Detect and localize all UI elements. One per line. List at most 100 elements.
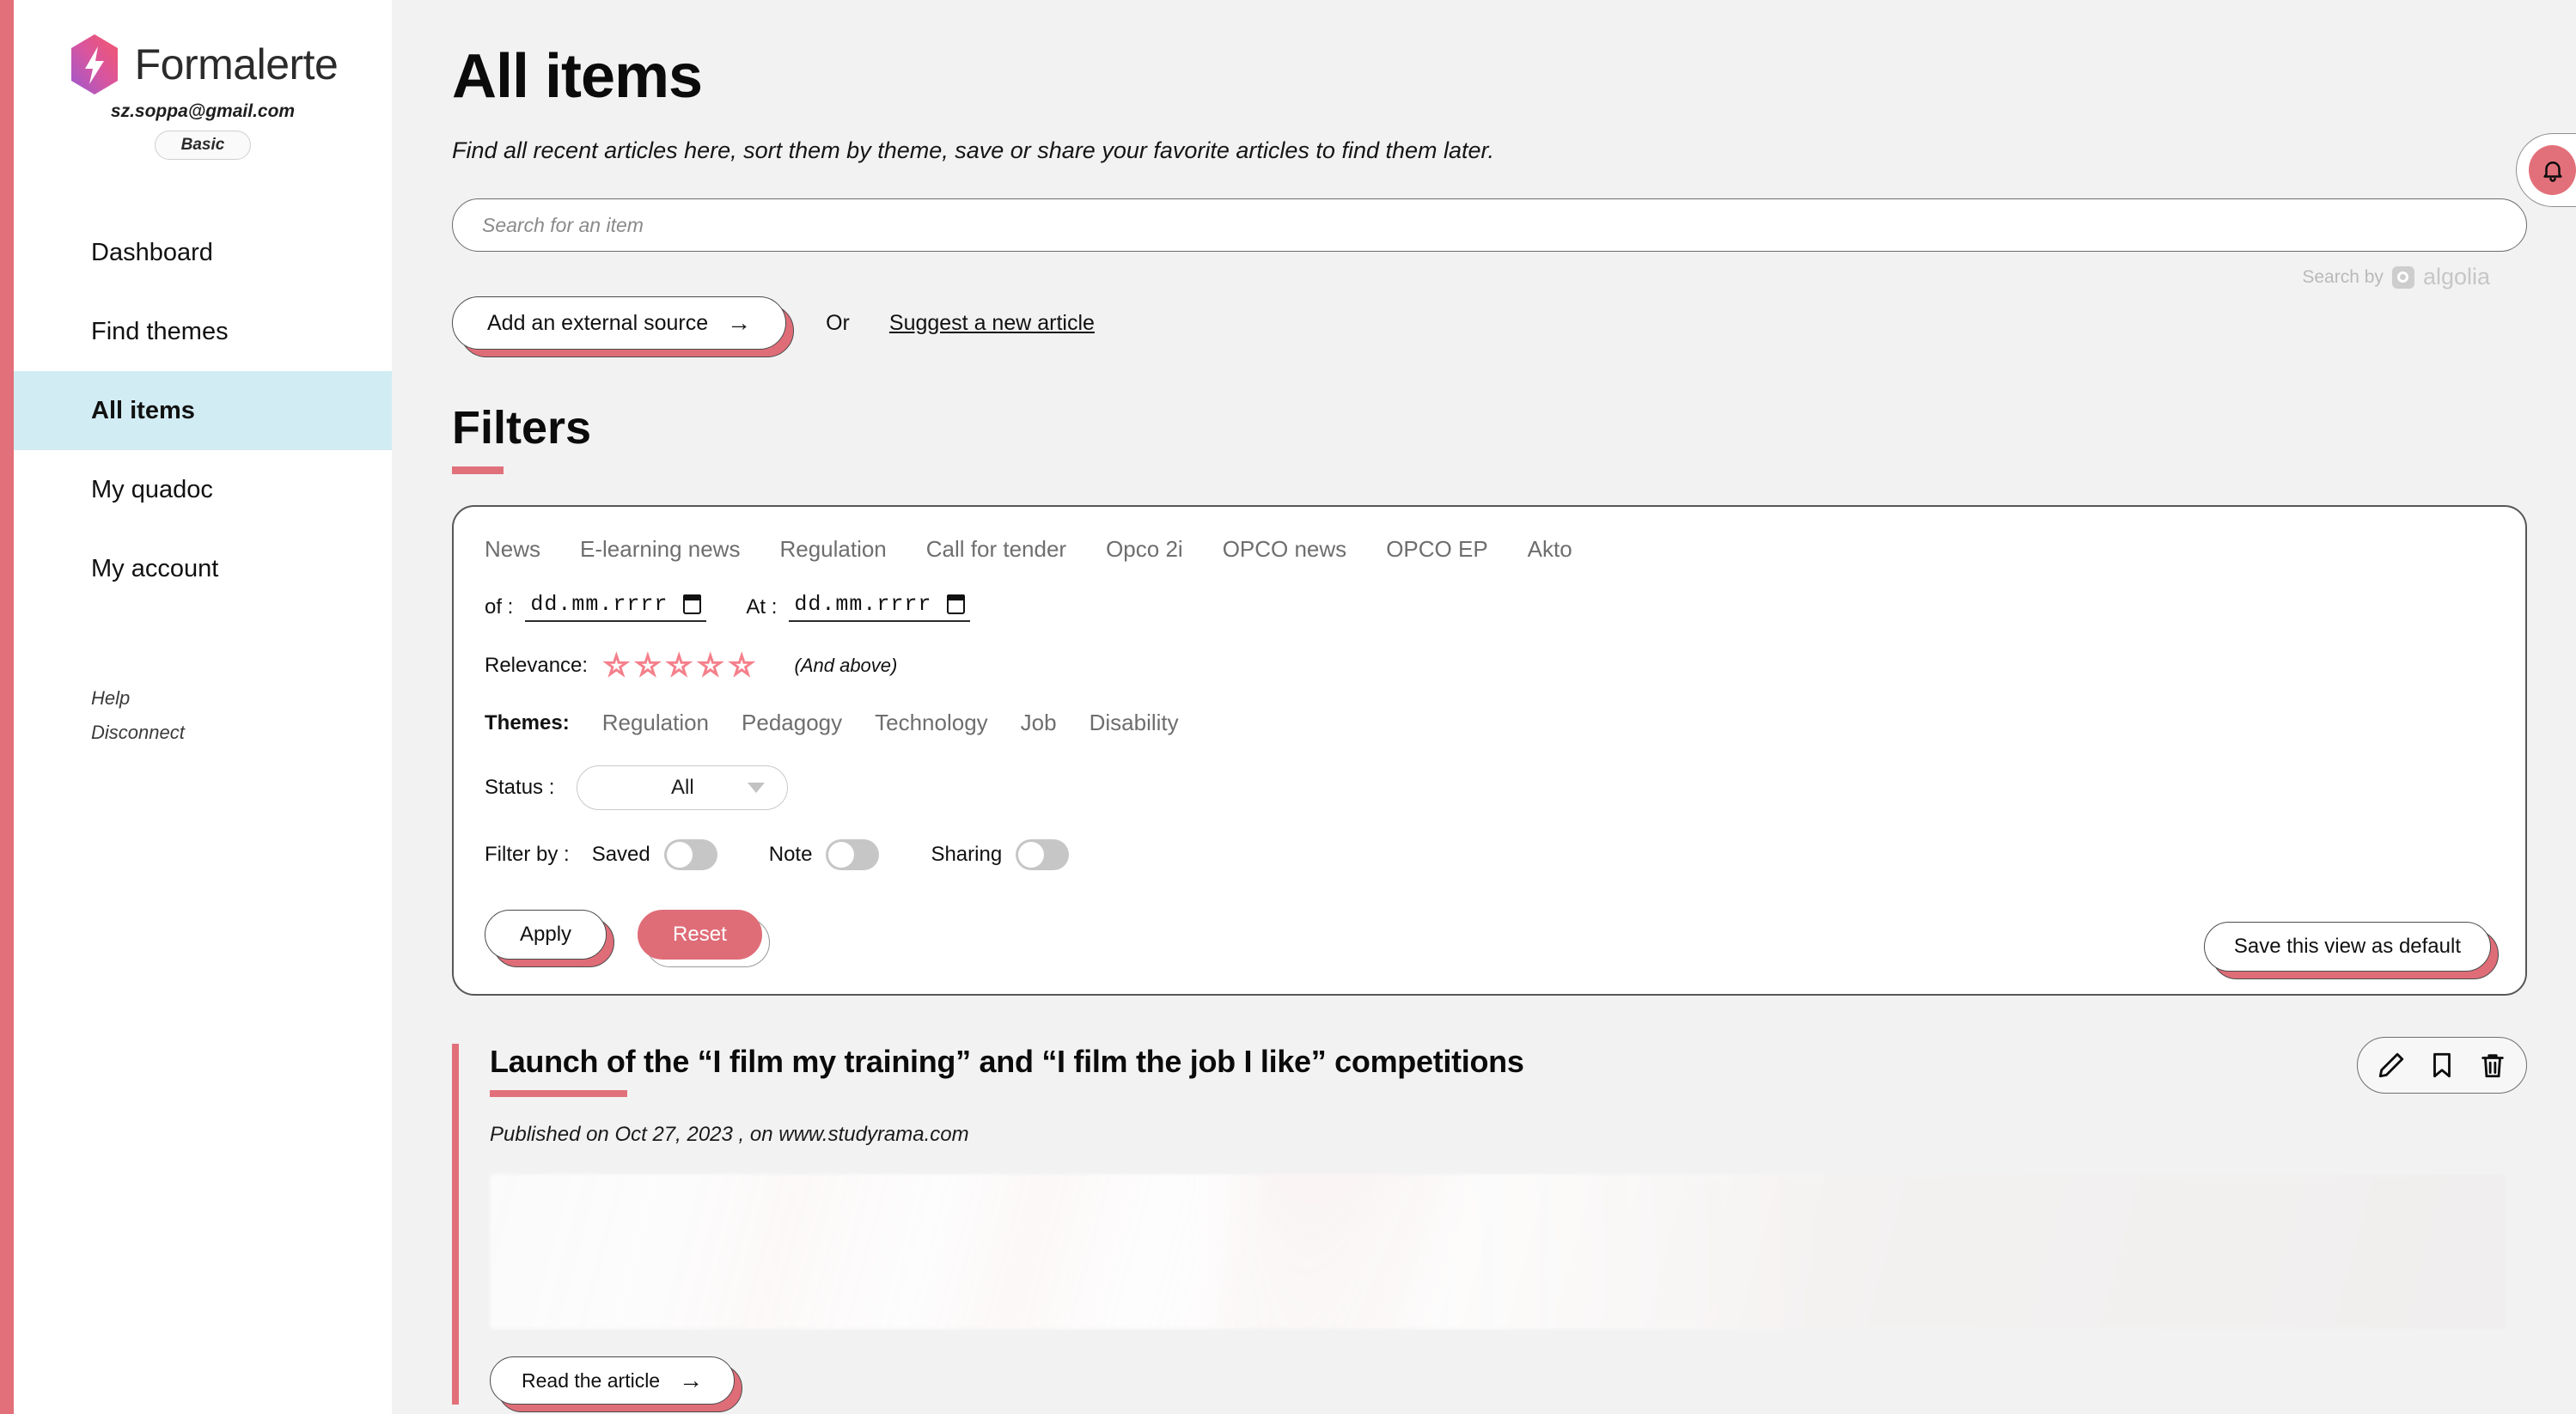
sidebar-item-label: Find themes — [91, 317, 229, 345]
relevance-row: Relevance: ☆ ☆ ☆ ☆ ☆ (And above) — [485, 650, 2494, 681]
algolia-prefix-label: Search by — [2302, 266, 2384, 287]
star-icon[interactable]: ☆ — [728, 650, 756, 681]
add-external-source-label: Add an external source — [487, 310, 709, 335]
brand-block: Formalerte sz.soppa@gmail.com Basic — [14, 0, 392, 160]
calendar-icon — [683, 594, 702, 614]
tab-call-for-tender[interactable]: Call for tender — [926, 536, 1066, 563]
brand-row: Formalerte — [14, 34, 392, 94]
article-body: Launch of the “I film my training” and “… — [459, 1037, 2527, 1412]
sidebar-item-label: My quadoc — [91, 475, 213, 503]
relevance-label: Relevance: — [485, 654, 589, 677]
tab-opco-news[interactable]: OPCO news — [1223, 536, 1347, 563]
date-from-input[interactable]: dd.mm.rrrr — [525, 592, 707, 622]
tab-elearning-news[interactable]: E-learning news — [580, 536, 740, 563]
apply-label: Apply — [520, 923, 572, 946]
status-select[interactable]: All — [577, 765, 789, 810]
arrow-right-icon: → — [679, 1367, 704, 1393]
theme-regulation[interactable]: Regulation — [602, 710, 709, 736]
status-selected-value: All — [671, 776, 694, 799]
tab-opco-2i[interactable]: Opco 2i — [1106, 536, 1183, 563]
arrow-right-icon: → — [727, 309, 752, 336]
algolia-attribution: Search by algolia — [2302, 264, 2490, 290]
sidebar-item-find-themes[interactable]: Find themes — [14, 292, 392, 371]
theme-technology[interactable]: Technology — [875, 710, 988, 736]
theme-pedagogy[interactable]: Pedagogy — [742, 710, 842, 736]
toggle-label-saved: Saved — [591, 843, 650, 866]
article-card: Launch of the “I film my training” and “… — [452, 1037, 2527, 1412]
or-label: Or — [826, 310, 850, 335]
sidebar-item-my-account[interactable]: My account — [14, 529, 392, 608]
help-link[interactable]: Help — [91, 687, 185, 710]
toggle-label-note: Note — [768, 843, 813, 866]
edit-icon[interactable] — [2377, 1051, 2406, 1080]
tab-regulation[interactable]: Regulation — [779, 536, 886, 563]
suggest-new-article-link[interactable]: Suggest a new article — [889, 311, 1095, 336]
user-email: sz.soppa@gmail.com — [110, 101, 296, 121]
toggle-group-saved: Saved — [592, 839, 717, 870]
button-face: Add an external source → — [452, 296, 787, 350]
filter-buttons-row: Apply Reset — [485, 910, 2494, 967]
theme-job[interactable]: Job — [1021, 710, 1057, 736]
star-icon[interactable]: ☆ — [697, 650, 725, 681]
toggle-note[interactable] — [826, 839, 880, 870]
date-to-value: dd.mm.rrrr — [794, 592, 932, 617]
filters-title: Filters — [452, 402, 592, 454]
app-root: Formalerte sz.soppa@gmail.com Basic Dash… — [0, 0, 2576, 1414]
button-face: Read the article → — [490, 1356, 736, 1405]
theme-disability[interactable]: Disability — [1090, 710, 1179, 736]
search-area: Search by algolia — [452, 198, 2527, 290]
toggle-saved[interactable] — [663, 839, 717, 870]
sidebar-item-my-quadoc[interactable]: My quadoc — [14, 450, 392, 529]
brand-name: Formalerte — [134, 40, 339, 88]
algolia-brand-label: algolia — [2422, 264, 2490, 290]
sidebar-item-label: My account — [91, 554, 219, 582]
filters-title-underline — [452, 466, 504, 474]
article-thumbnail — [490, 1174, 2507, 1329]
status-label: Status : — [485, 776, 555, 799]
sidebar-item-dashboard[interactable]: Dashboard — [14, 213, 392, 292]
filter-by-label: Filter by : — [485, 843, 570, 866]
save-view-as-default-button[interactable]: Save this view as default — [2203, 922, 2499, 979]
date-to-label: At : — [746, 594, 778, 619]
delete-icon[interactable] — [2478, 1051, 2507, 1080]
save-view-label: Save this view as default — [2233, 935, 2461, 958]
read-article-button[interactable]: Read the article → — [490, 1356, 743, 1412]
star-icon[interactable]: ☆ — [602, 650, 631, 681]
button-face: Apply — [485, 910, 607, 960]
themes-label: Themes: — [485, 710, 570, 734]
toggle-label-sharing: Sharing — [931, 843, 1003, 866]
reset-button[interactable]: Reset — [638, 910, 770, 967]
apply-button[interactable]: Apply — [485, 910, 615, 967]
search-input[interactable] — [452, 198, 2527, 252]
sidebar-item-label: Dashboard — [91, 238, 213, 266]
relevance-star-rating[interactable]: ☆ ☆ ☆ ☆ ☆ — [602, 650, 756, 681]
themes-row: Themes: Regulation Pedagogy Technology J… — [485, 710, 2494, 736]
filter-tabs: News E-learning news Regulation Call for… — [485, 536, 2494, 563]
actions-row: Add an external source → Or Suggest a ne… — [452, 296, 2516, 357]
tab-news[interactable]: News — [485, 536, 540, 563]
star-icon[interactable]: ☆ — [665, 650, 693, 681]
add-external-source-button[interactable]: Add an external source → — [452, 296, 795, 357]
bookmark-icon[interactable] — [2427, 1051, 2457, 1080]
calendar-icon — [947, 594, 966, 614]
plan-badge: Basic — [154, 131, 252, 160]
toggle-sharing[interactable] — [1016, 839, 1070, 870]
page-subtitle: Find all recent articles here, sort them… — [452, 137, 1495, 163]
sidebar: Formalerte sz.soppa@gmail.com Basic Dash… — [0, 0, 392, 1414]
filter-by-row: Filter by : Saved Note Sharing — [485, 839, 2494, 870]
bell-icon — [2529, 145, 2576, 195]
reset-label: Reset — [673, 923, 727, 946]
date-to-input[interactable]: dd.mm.rrrr — [789, 592, 971, 622]
chevron-down-icon — [748, 783, 766, 793]
tab-opco-ep[interactable]: OPCO EP — [1386, 536, 1487, 563]
main-content: All items Find all recent articles here,… — [392, 0, 2576, 1414]
date-from-label: of : — [485, 594, 514, 619]
sidebar-item-all-items[interactable]: All items — [14, 371, 392, 450]
article-accent-bar — [452, 1044, 459, 1405]
disconnect-link[interactable]: Disconnect — [91, 722, 185, 744]
formalerte-logo-icon — [68, 34, 121, 94]
star-icon[interactable]: ☆ — [634, 650, 662, 681]
algolia-logo-icon — [2391, 265, 2414, 289]
tab-akto[interactable]: Akto — [1528, 536, 1572, 563]
button-face: Reset — [638, 910, 762, 960]
